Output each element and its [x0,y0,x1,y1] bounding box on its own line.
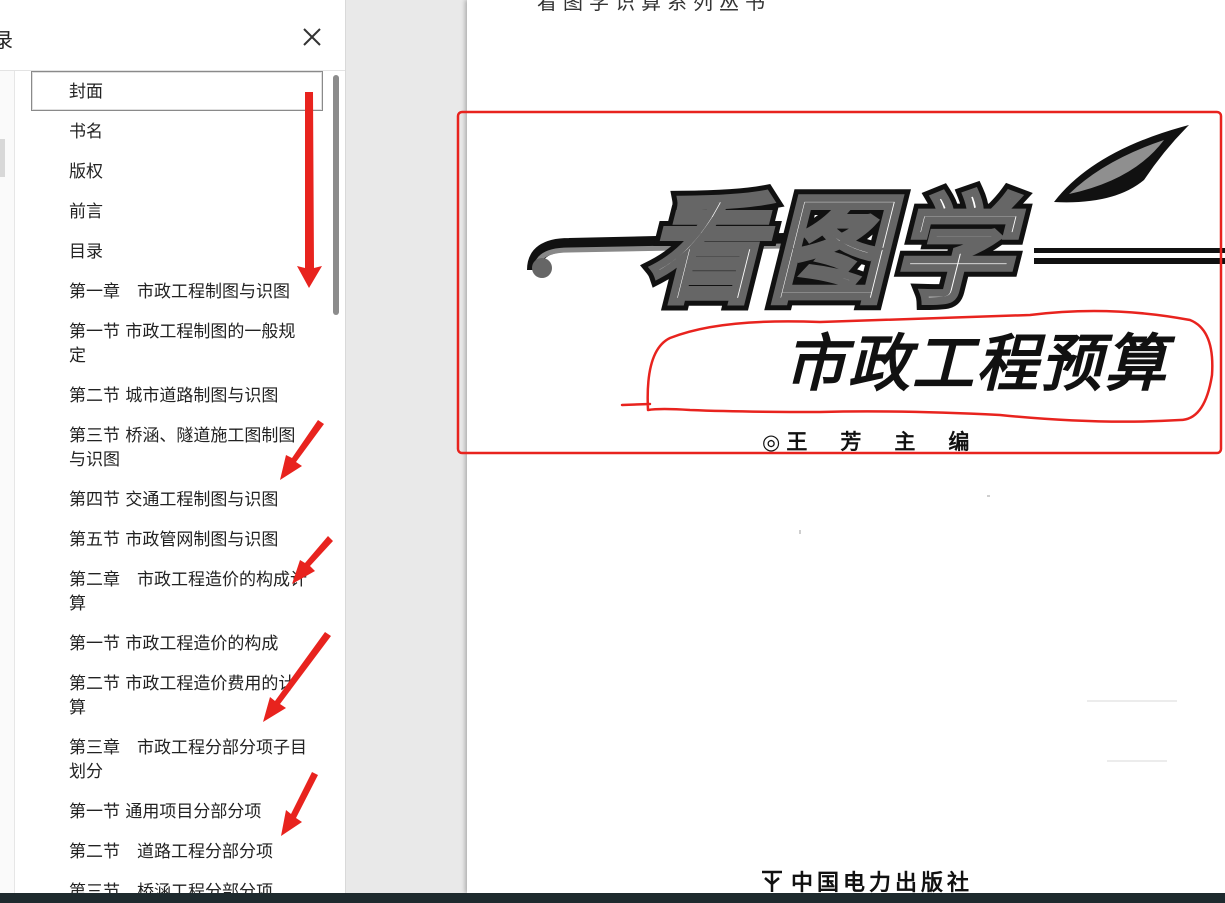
outline-sidebar: 录 封面书名版权前言目录第一章 市政工程制图与识图第一节 市政工程制图的一般规定… [0,0,346,893]
toc-item[interactable]: 第二节 道路工程分部分项 [31,831,323,871]
book-title-main-shadow: 看图学 [644,182,1024,320]
toc-item[interactable]: 第三节 桥涵、隧道施工图制图与识图 [31,415,323,479]
toc-item[interactable]: 第二章 市政工程造价的构成计算 [31,559,323,623]
sidebar-rail [0,71,15,893]
toc-item[interactable]: 第四节 交通工程制图与识图 [31,479,323,519]
author-line: ◎王 芳 主 编 [762,429,976,454]
toc-item[interactable]: 第三节 桥涵工程分部分项 [31,871,323,893]
table-of-contents: 封面 书名 版权 前言 目录 第一章 市政工程制图与识图 第一节 市政工程制图的一般规定 第二… [31,71,331,893]
toc-item[interactable]: 目录 [31,231,323,271]
close-button[interactable] [298,23,326,51]
book-title-sub: 市政工程预算 [784,327,1176,400]
scan-speck [1087,700,1177,702]
toc-item[interactable]: 封面 [31,71,323,111]
toc-item[interactable]: 第一章 市政工程制图与识图 [31,271,323,311]
scan-speck [987,495,990,497]
toc-item[interactable]: 第一节 市政工程制图的一般规定 [31,311,323,375]
sidebar-title: 录 [0,24,13,53]
book-title-art: 看图学 看图学 市政工程预算 [527,125,1225,400]
taskbar [0,893,1225,903]
toc-item[interactable]: 第五节 市政管网制图与识图 [31,519,323,559]
rail-marker [0,139,5,177]
toc-item[interactable]: 第一节 市政工程造价的构成 [31,623,323,663]
document-viewer[interactable]: 看图学识算系列丛书 看图学 看图学 市政工程预算 ◎王 芳 主 编 中国电力出版… [346,0,1225,896]
toc-item[interactable]: 第一节 通用项目分部分项 [31,791,323,831]
toc-item[interactable]: 第二节 市政工程造价费用的计算 [31,663,323,727]
toc-item[interactable]: 第二节 城市道路制图与识图 [31,375,323,415]
toc-item[interactable]: 前言 [31,191,323,231]
sidebar-header: 录 [0,0,345,71]
toc-item[interactable]: 第三章 市政工程分部分项子目划分 [31,727,323,791]
scan-speck [799,530,801,534]
document-page: 看图学识算系列丛书 看图学 看图学 市政工程预算 ◎王 芳 主 编 中国电力出版… [467,0,1225,896]
scan-speck [1107,760,1167,762]
series-title: 看图学识算系列丛书 [537,0,771,14]
close-icon [303,28,321,46]
toc-item[interactable]: 书名 [31,111,323,151]
toc-item[interactable]: 版权 [31,151,323,191]
sidebar-scrollbar[interactable] [333,75,339,315]
